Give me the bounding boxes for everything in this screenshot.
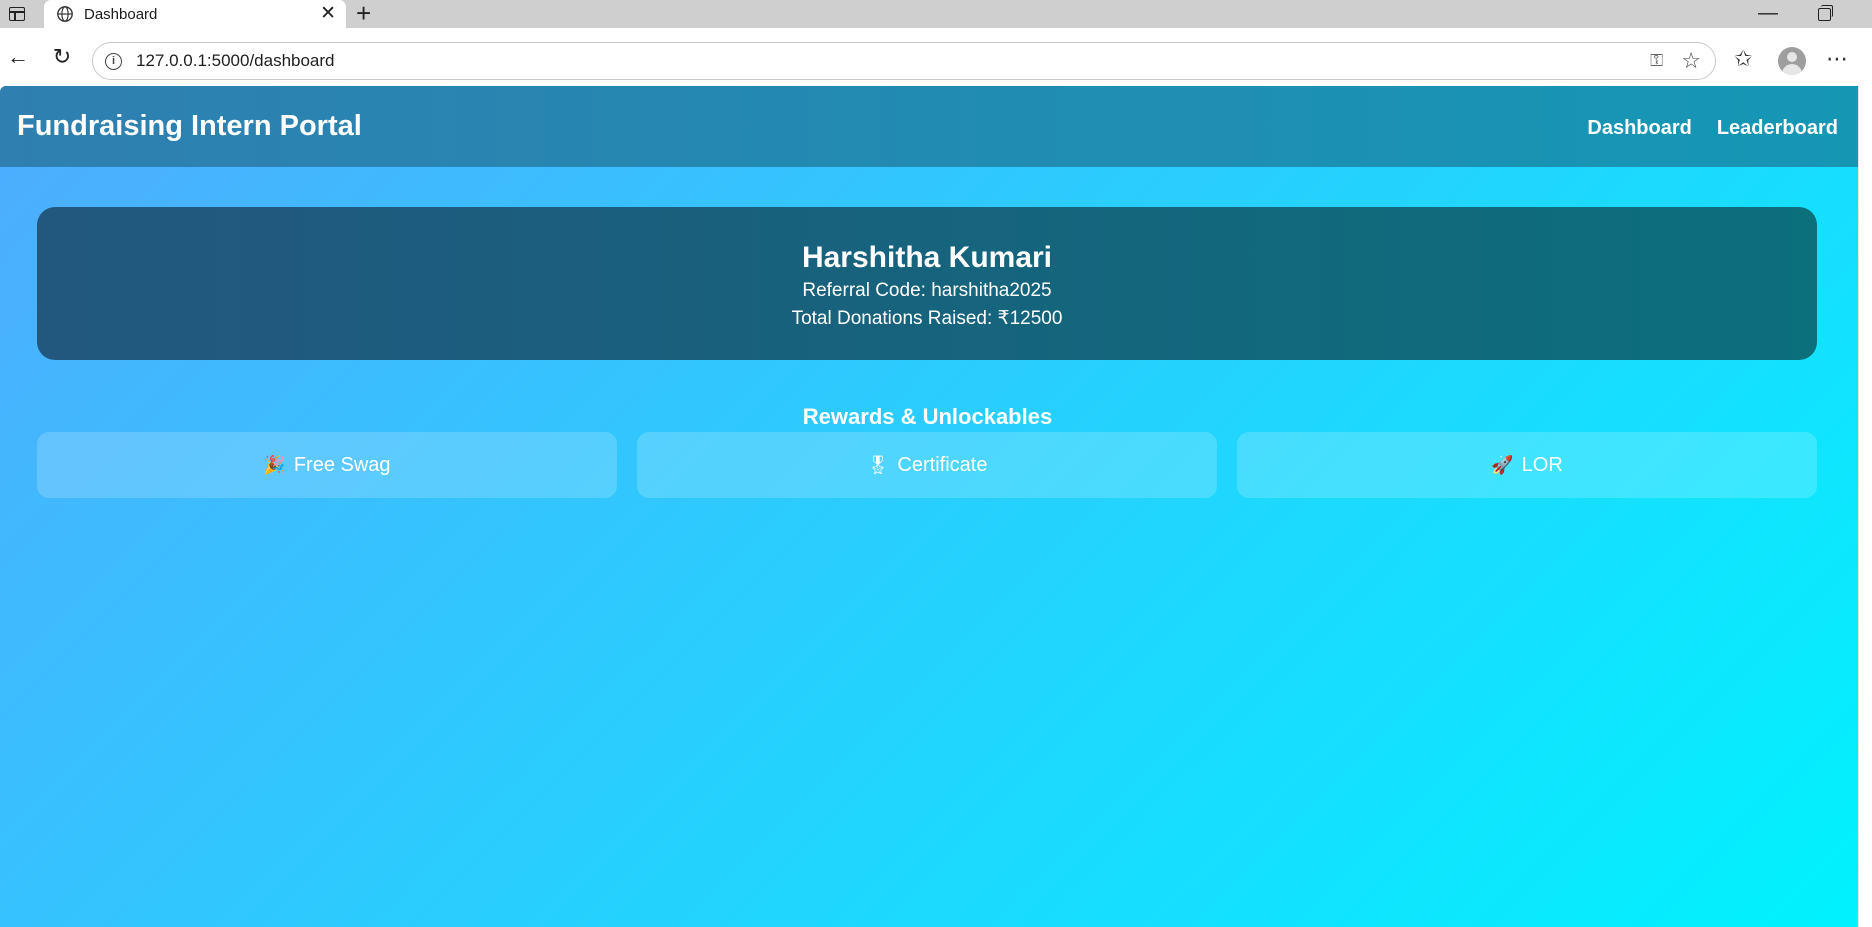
reward-label: Certificate <box>897 453 988 476</box>
reward-card-free-swag: 🎉 Free Swag <box>37 432 617 498</box>
favorites-icon[interactable]: ✩ <box>1734 46 1752 72</box>
browser-toolbar: ← ↻ i 127.0.0.1:5000/dashboard ⚿ ☆ ✩ ⋯ <box>0 28 1872 86</box>
site-nav: Dashboard Leaderboard <box>1587 117 1838 140</box>
reload-icon[interactable]: ↻ <box>46 41 78 73</box>
avatar-icon[interactable] <box>1778 47 1806 75</box>
referral-code: Referral Code: harshitha2025 <box>802 280 1052 301</box>
page-viewport: Fundraising Intern Portal Dashboard Lead… <box>0 86 1858 927</box>
browser-tab[interactable]: Dashboard ✕ <box>44 0 346 28</box>
back-arrow-icon[interactable]: ← <box>2 41 34 73</box>
scrollbar-track[interactable] <box>1858 86 1872 927</box>
medal-icon: 🎖 <box>866 454 890 476</box>
url-text[interactable]: 127.0.0.1:5000/dashboard <box>136 51 335 71</box>
close-icon[interactable]: ✕ <box>320 3 336 25</box>
star-icon[interactable]: ☆ <box>1681 48 1701 74</box>
site-header: Fundraising Intern Portal Dashboard Lead… <box>0 86 1858 167</box>
profile-card: Harshitha Kumari Referral Code: harshith… <box>37 207 1817 360</box>
sidebar-icon[interactable] <box>4 3 30 25</box>
restore-icon[interactable] <box>1818 5 1833 21</box>
rewards-heading: Rewards & Unlockables <box>802 404 1053 429</box>
reward-card-certificate: 🎖 Certificate <box>637 432 1217 498</box>
rewards-list: 🎉 Free Swag 🎖 Certificate 🚀 LOR <box>37 432 1817 498</box>
minimize-icon[interactable]: — <box>1758 0 1778 26</box>
nav-link-dashboard[interactable]: Dashboard <box>1587 117 1691 140</box>
info-icon[interactable]: i <box>105 52 122 70</box>
party-popper-icon: 🎉 <box>263 454 286 476</box>
rocket-icon: 🚀 <box>1491 454 1514 476</box>
address-bar[interactable]: i 127.0.0.1:5000/dashboard ⚿ ☆ <box>92 42 1716 80</box>
intern-name: Harshitha Kumari <box>801 241 1053 274</box>
browser-tab-bar: Dashboard ✕ + — <box>0 0 1872 28</box>
key-icon[interactable]: ⚿ <box>1650 51 1663 71</box>
reward-label: Free Swag <box>293 453 391 476</box>
nav-link-leaderboard[interactable]: Leaderboard <box>1717 117 1838 140</box>
reward-label: LOR <box>1521 453 1563 476</box>
more-icon[interactable]: ⋯ <box>1826 46 1849 72</box>
site-title: Fundraising Intern Portal <box>17 110 362 142</box>
total-donations: Total Donations Raised: ₹12500 <box>791 308 1063 329</box>
tab-title: Dashboard <box>84 5 158 23</box>
globe-icon <box>57 6 73 22</box>
plus-icon[interactable]: + <box>356 0 371 26</box>
reward-card-lor: 🚀 LOR <box>1237 432 1817 498</box>
